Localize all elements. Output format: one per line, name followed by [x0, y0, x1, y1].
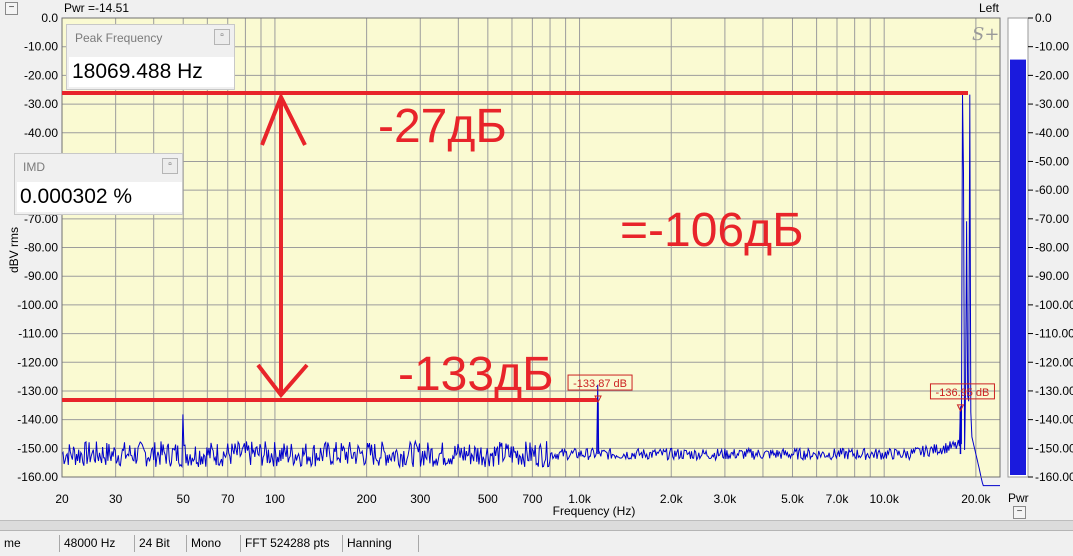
meter-tick-label: -30.00 — [1035, 97, 1069, 111]
y-tick-label: -140.00 — [17, 413, 58, 427]
meter-tick-label: -40.00 — [1035, 126, 1069, 140]
status-item-sample-rate: 48000 Hz — [59, 535, 132, 552]
imd-panel-close-button[interactable]: ▫ — [162, 158, 178, 174]
annotation-top-level: -27дБ — [378, 100, 507, 153]
x-tick-label: 7.0k — [826, 492, 850, 506]
y-tick-label: -150.00 — [17, 441, 58, 455]
x-axis-label: Frequency (Hz) — [553, 504, 636, 518]
x-tick-label: 700 — [522, 492, 542, 506]
meter-tick-label: -140.00 — [1035, 413, 1073, 427]
logo-text: S+ — [972, 24, 999, 45]
peak-frequency-title: Peak Frequency — [75, 31, 163, 45]
x-tick-label: 200 — [357, 492, 377, 506]
x-tick-label: 500 — [478, 492, 498, 506]
x-tick-label: 5.0k — [781, 492, 805, 506]
meter-tick-label: -110.00 — [1035, 327, 1073, 341]
x-tick-label: 70 — [221, 492, 235, 506]
status-item-empty — [418, 535, 1073, 552]
y-axis-label: dBV rms — [7, 227, 21, 273]
meter-tick-label: -50.00 — [1035, 154, 1069, 168]
x-tick-label: 100 — [265, 492, 285, 506]
x-tick-label: 300 — [410, 492, 430, 506]
peak-frequency-value: 18069.488 Hz — [69, 57, 234, 87]
meter-tick-label: -80.00 — [1035, 241, 1069, 255]
meter-tick-label: -150.00 — [1035, 441, 1073, 455]
x-tick-label: 20.0k — [961, 492, 991, 506]
meter-tick-label: -120.00 — [1035, 355, 1073, 369]
status-item-channels: Mono — [186, 535, 241, 552]
y-tick-label: -40.00 — [24, 126, 58, 140]
status-item-window: Hanning — [342, 535, 421, 552]
meter-tick-label: -100.00 — [1035, 298, 1073, 312]
status-item-fft-size: FFT 524288 pts — [240, 535, 343, 552]
x-tick-label: 2.0k — [660, 492, 684, 506]
meter-tick-label: -20.00 — [1035, 68, 1069, 82]
y-tick-label: -100.00 — [17, 298, 58, 312]
y-tick-label: -110.00 — [18, 327, 58, 341]
power-meter-label: Pwr — [1008, 491, 1029, 505]
power-meter-fill — [1010, 59, 1026, 476]
imd-panel[interactable]: IMD ▫ 0.000302 % — [14, 153, 183, 215]
y-axis-ticks: 0.0-10.00-20.00-30.00-40.00-50.00-60.00-… — [17, 11, 58, 484]
x-tick-label: 20 — [55, 492, 69, 506]
meter-tick-label: -160.00 — [1035, 470, 1073, 484]
marker-label: -133.87 dB — [573, 378, 627, 390]
meter-tick-label: -70.00 — [1035, 212, 1069, 226]
meter-tick-label: -90.00 — [1035, 269, 1069, 283]
x-tick-label: 3.0k — [714, 492, 738, 506]
x-axis-ticks: 20 30 50 70 100 200 300 500 700 1.0k 2.0k 3.0k 5.0k 7… — [55, 492, 991, 506]
horizontal-scrollbar[interactable] — [0, 520, 1073, 530]
x-tick-label: 50 — [177, 492, 191, 506]
y-tick-label: -130.00 — [17, 384, 58, 398]
y-tick-label: -160.00 — [17, 470, 58, 484]
y-tick-label: -90.00 — [24, 269, 58, 283]
annotation-difference: =-106дБ — [620, 204, 804, 257]
status-bar: me 48000 Hz 24 Bit Mono FFT 524288 pts H… — [0, 530, 1073, 556]
status-item-mode: me — [4, 536, 21, 550]
power-meter-ticks: 0.0 -10.00 -20.00 -30.00 -40.00 -50.00 -60.00 -… — [1028, 11, 1073, 484]
collapse-button[interactable]: − — [5, 2, 18, 15]
x-tick-label: 10.0k — [869, 492, 899, 506]
pwr-readout: Pwr =-14.51 — [64, 1, 130, 15]
meter-tick-label: -60.00 — [1035, 183, 1069, 197]
y-tick-label: -120.00 — [17, 355, 58, 369]
status-item-bit-depth: 24 Bit — [134, 535, 187, 552]
annotation-bottom-level: -133дБ — [398, 348, 554, 401]
x-tick-label: 30 — [109, 492, 123, 506]
imd-title: IMD — [23, 160, 45, 174]
y-tick-label: -80.00 — [24, 241, 58, 255]
meter-tick-label: -10.00 — [1035, 40, 1069, 54]
peak-frequency-panel[interactable]: Peak Frequency ▫ 18069.488 Hz — [66, 24, 235, 90]
y-tick-label: -10.00 — [24, 40, 58, 54]
meter-collapse-button[interactable]: − — [1013, 506, 1026, 519]
imd-value: 0.000302 % — [17, 182, 182, 212]
meter-tick-label: 0.0 — [1035, 11, 1052, 25]
channel-label: Left — [979, 1, 1000, 15]
peak-panel-close-button[interactable]: ▫ — [214, 29, 230, 45]
meter-tick-label: -130.00 — [1035, 384, 1073, 398]
y-tick-label: -30.00 — [24, 97, 58, 111]
marker-label: -136.95 dB — [936, 387, 990, 399]
y-tick-label: -20.00 — [24, 68, 58, 82]
y-tick-label: 0.0 — [41, 11, 58, 25]
